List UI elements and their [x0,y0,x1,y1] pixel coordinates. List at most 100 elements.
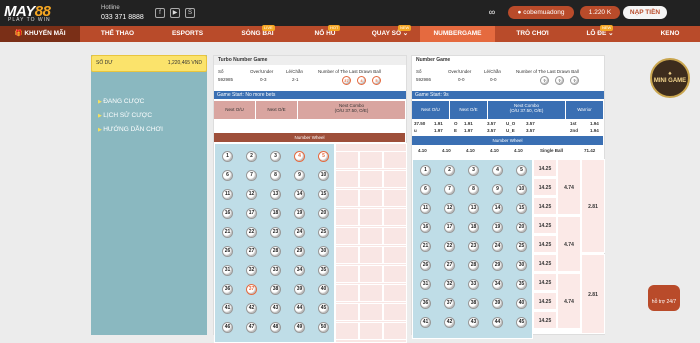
ball-25[interactable]: 25 [318,227,329,238]
ball-1[interactable]: 1 [222,151,233,162]
ng-ball-11[interactable]: 11 [420,203,431,214]
ng-odd[interactable]: 1.91 [464,121,473,126]
ng-odd[interactable]: U_O [506,121,515,126]
ball-20[interactable]: 20 [318,208,329,219]
turbo-side-cell[interactable] [383,227,407,245]
ball-5[interactable]: 5 [318,151,329,162]
ball-48[interactable]: 48 [270,322,281,333]
ng-wheel-odd[interactable]: 4.10 [466,148,475,153]
ball-44[interactable]: 44 [294,303,305,314]
ball-36[interactable]: 36 [222,284,233,295]
ng-odd[interactable]: 37.50 [414,121,425,126]
ng-ball-31[interactable]: 31 [420,279,431,290]
turbo-side-cell[interactable] [383,322,407,340]
turbo-side-cell[interactable] [383,151,407,169]
ng-ball-28[interactable]: 28 [468,260,479,271]
ng-odd[interactable]: U_E [506,128,515,133]
ng-odd[interactable]: E [454,128,457,133]
turbo-side-cell[interactable] [359,284,383,302]
turbo-side-cell[interactable] [335,189,359,207]
ng-ball-17[interactable]: 17 [444,222,455,233]
ball-31[interactable]: 31 [222,265,233,276]
ng-ball-12[interactable]: 12 [444,203,455,214]
ball-18[interactable]: 18 [270,208,281,219]
ng-ball-13[interactable]: 13 [468,203,479,214]
ng-ball-22[interactable]: 22 [444,241,455,252]
ball-42[interactable]: 42 [246,303,257,314]
turbo-side-cell[interactable] [359,246,383,264]
turbo-side-cell[interactable] [383,189,407,207]
ng-ball-18[interactable]: 18 [468,222,479,233]
ng-single-val[interactable]: 71.42 [584,148,595,153]
nav-keno[interactable]: KENO [650,26,690,42]
turbo-side-cell[interactable] [383,246,407,264]
ng-ball-6[interactable]: 6 [420,184,431,195]
ng-side-odd[interactable]: 14.25 [533,159,557,177]
ng-ball-35[interactable]: 35 [516,279,527,290]
nav-numbergame[interactable]: NUMBERGAME [420,26,495,42]
ball-10[interactable]: 10 [318,170,329,181]
ng-ball-20[interactable]: 20 [516,222,527,233]
ball-37[interactable]: 37 [246,284,257,295]
turbo-side-cell[interactable] [383,208,407,226]
turbo-side-cell[interactable] [359,189,383,207]
ng-ball-33[interactable]: 33 [468,279,479,290]
ball-30[interactable]: 30 [318,246,329,257]
ng-wheel-odd[interactable]: 4.10 [514,148,523,153]
ng-ball-5[interactable]: 5 [516,165,527,176]
ng-ball-3[interactable]: 3 [468,165,479,176]
ng-odd[interactable]: 3.57 [487,121,496,126]
ng-side-odd[interactable]: 14.25 [533,311,557,329]
ng-side-odd[interactable]: 2.81 [581,254,605,334]
ball-43[interactable]: 43 [270,303,281,314]
ng-ball-10[interactable]: 10 [516,184,527,195]
ball-40[interactable]: 40 [318,284,329,295]
ball-26[interactable]: 26 [222,246,233,257]
turbo-side-cell[interactable] [335,284,359,302]
ball-21[interactable]: 21 [222,227,233,238]
ng-ball-43[interactable]: 43 [468,317,479,328]
ng-ball-36[interactable]: 36 [420,298,431,309]
nav-the-thao[interactable]: THỂ THAO [95,26,140,42]
nav-tro-choi[interactable]: TRÒ CHƠI [505,26,560,42]
ng-ball-25[interactable]: 25 [516,241,527,252]
ng-ball-27[interactable]: 27 [444,260,455,271]
menu-dang-cuoc[interactable]: ĐANG CƯỢC [98,95,163,109]
turbo-side-cell[interactable] [383,284,407,302]
ng-side-odd[interactable]: 14.25 [533,178,557,196]
ng-ball-29[interactable]: 29 [492,260,503,271]
ball-6[interactable]: 6 [222,170,233,181]
ng-ball-1[interactable]: 1 [420,165,431,176]
ball-45[interactable]: 45 [318,303,329,314]
ball-47[interactable]: 47 [246,322,257,333]
ng-ball-24[interactable]: 24 [492,241,503,252]
ball-29[interactable]: 29 [294,246,305,257]
turbo-side-cell[interactable] [335,246,359,264]
ball-8[interactable]: 8 [270,170,281,181]
ng-odd[interactable]: 3.57 [526,121,535,126]
ng-side-odd[interactable]: 14.25 [533,254,557,272]
nav-promo[interactable]: 🎁 KHUYẾN MÃI [0,26,80,42]
ng-side-odd[interactable]: 14.25 [533,273,557,291]
ng-ball-38[interactable]: 38 [468,298,479,309]
ng-side-odd[interactable]: 14.25 [533,235,557,253]
ng-ball-21[interactable]: 21 [420,241,431,252]
ng-side-odd[interactable]: 14.25 [533,292,557,310]
ng-ball-26[interactable]: 26 [420,260,431,271]
ball-28[interactable]: 28 [270,246,281,257]
ng-side-odd[interactable]: 2.81 [581,159,605,253]
ng-ball-40[interactable]: 40 [516,298,527,309]
ng-ball-30[interactable]: 30 [516,260,527,271]
ball-14[interactable]: 14 [294,189,305,200]
ball-38[interactable]: 38 [270,284,281,295]
ng-ball-41[interactable]: 41 [420,317,431,328]
ng-ball-34[interactable]: 34 [492,279,503,290]
ng-odd[interactable]: 2nd [570,128,578,133]
ng-ball-19[interactable]: 19 [492,222,503,233]
turbo-side-cell[interactable] [359,265,383,283]
ng-ball-44[interactable]: 44 [492,317,503,328]
ball-11[interactable]: 11 [222,189,233,200]
ball-33[interactable]: 33 [270,265,281,276]
turbo-side-cell[interactable] [335,303,359,321]
turbo-side-cell[interactable] [335,170,359,188]
